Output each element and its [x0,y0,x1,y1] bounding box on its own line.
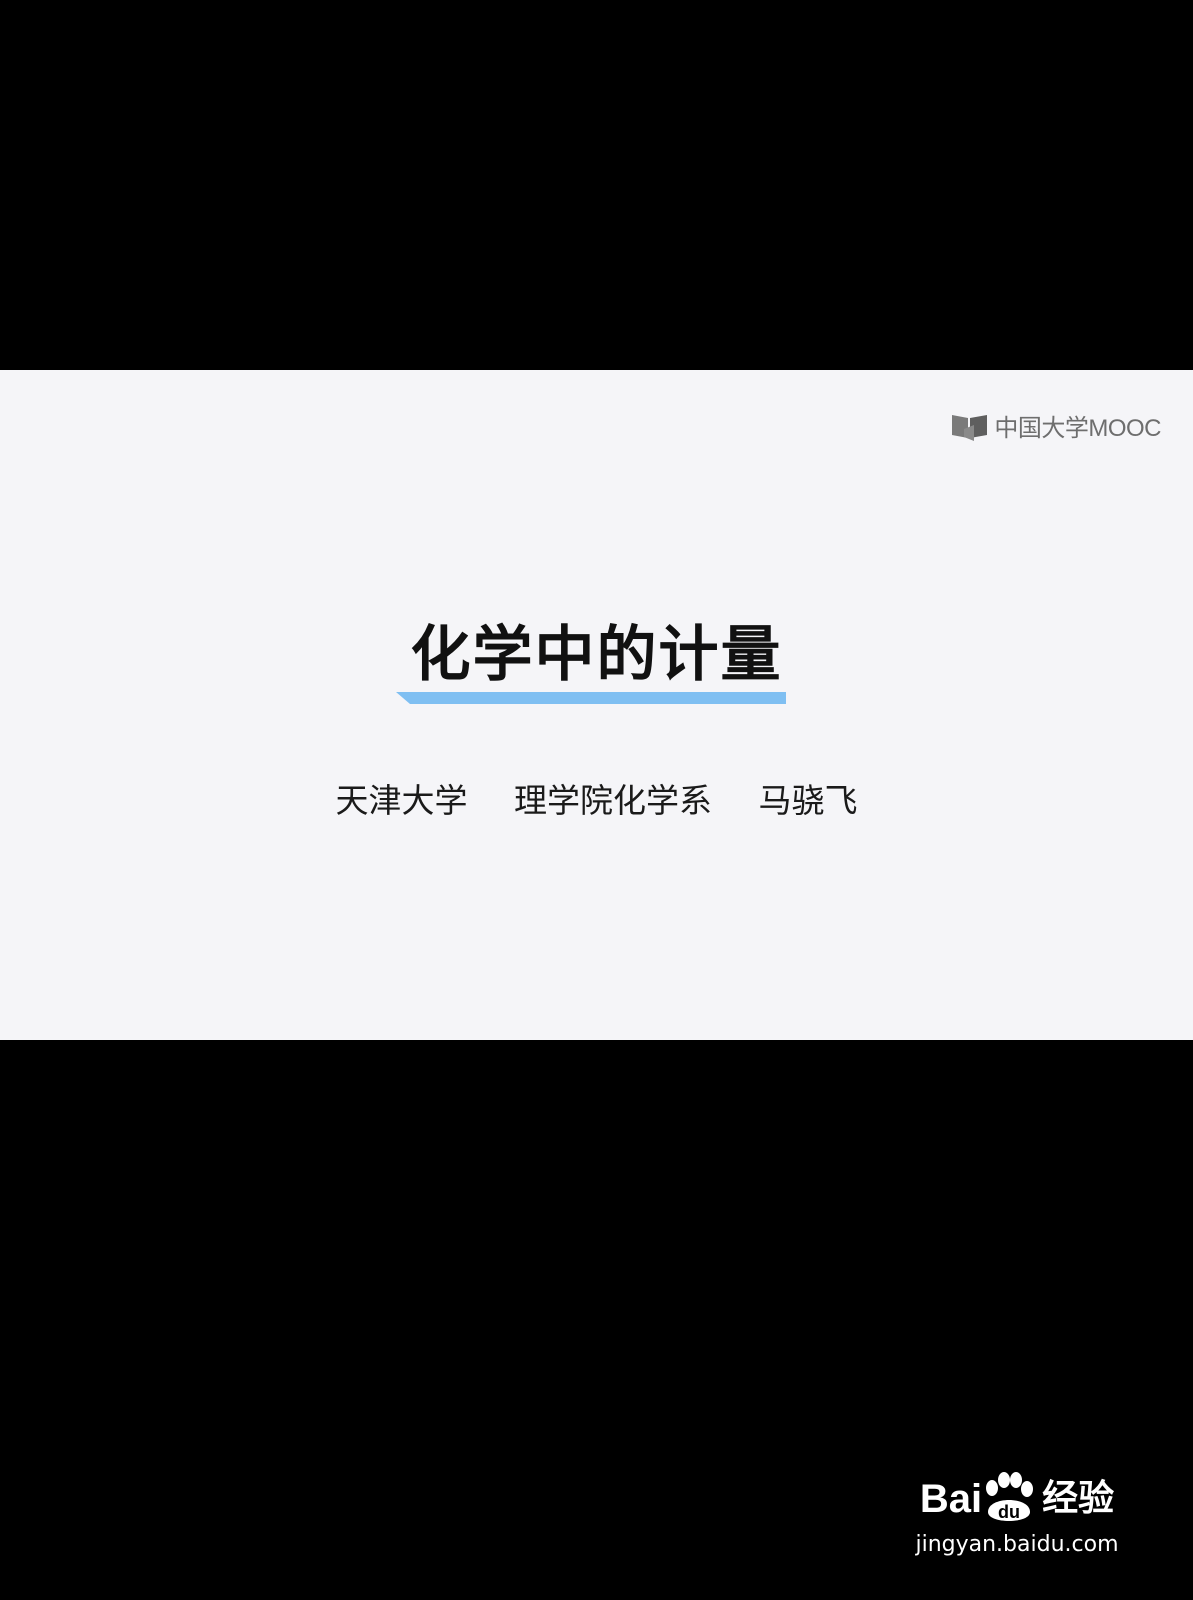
mooc-logo-text: 中国大学MOOC [994,415,1161,442]
mooc-logo: 中国大学MOOC [950,408,1161,443]
mooc-book-icon [950,411,990,441]
baidu-paw-icon: du [982,1472,1036,1526]
video-slide: 中国大学MOOC 化学中的计量 天津大学 理学院化学系 马骁飞 [0,370,1193,1040]
watermark-brand: Bai du 经验 [907,1472,1127,1526]
watermark-url: jingyan.baidu.com [915,1532,1119,1557]
title-underline [396,692,786,704]
subtitle-university: 天津大学 [335,781,468,820]
slide-title: 化学中的计量 [410,620,783,690]
subtitle-department: 理学院化学系 [514,781,712,820]
slide-subtitle: 天津大学 理学院化学系 马骁飞 [0,774,1193,822]
baidu-jingyan-watermark: Bai du 经验 jingyan.baidu.com [907,1472,1127,1557]
paw-text: du [998,1502,1020,1522]
letterbox-top [0,0,1193,370]
subtitle-author: 马骁飞 [758,781,858,820]
brand-right: 经验 [1042,1478,1115,1519]
brand-left: Bai [919,1477,983,1521]
